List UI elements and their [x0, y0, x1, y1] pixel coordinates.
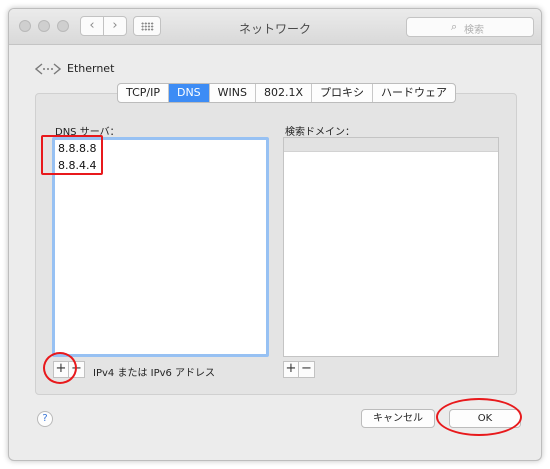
help-button[interactable]: ?: [37, 411, 53, 427]
dns-address-hint: IPv4 または IPv6 アドレス: [93, 368, 216, 379]
tab-proxies[interactable]: プロキシ: [312, 84, 374, 102]
title-bar: ‹ › ネットワーク ⌕ 検索: [9, 9, 541, 45]
tab-wins[interactable]: WINS: [210, 84, 257, 102]
tab-dns[interactable]: DNS: [168, 84, 210, 102]
search-placeholder: 検索: [464, 25, 484, 36]
domain-add-remove: + −: [283, 361, 315, 378]
tab-hardware[interactable]: ハードウェア: [373, 84, 455, 102]
cancel-button[interactable]: キャンセル: [361, 409, 435, 428]
tab-tcpip[interactable]: TCP/IP: [118, 84, 169, 102]
search-input[interactable]: ⌕ 検索: [406, 17, 534, 37]
annotation-highlight-dns-entries: [41, 135, 103, 175]
search-domains-list[interactable]: [283, 137, 499, 357]
ethernet-icon: [35, 63, 61, 75]
help-icon: ?: [42, 413, 48, 424]
annotation-circle-ok-button: [436, 398, 522, 436]
remove-search-domain-button[interactable]: −: [299, 361, 315, 378]
search-domains-label: 検索ドメイン：: [285, 127, 355, 138]
network-window: ‹ › ネットワーク ⌕ 検索 Ethernet TCP/IP DNS WINS…: [8, 8, 542, 461]
search-domains-header-row: [284, 138, 498, 152]
annotation-circle-add-button: [43, 352, 77, 384]
tab-8021x[interactable]: 802.1X: [256, 84, 313, 102]
add-search-domain-button[interactable]: +: [283, 361, 299, 378]
tab-bar: TCP/IP DNS WINS 802.1X プロキシ ハードウェア: [117, 83, 457, 103]
interface-name: Ethernet: [67, 62, 115, 75]
search-icon: ⌕: [451, 20, 458, 33]
